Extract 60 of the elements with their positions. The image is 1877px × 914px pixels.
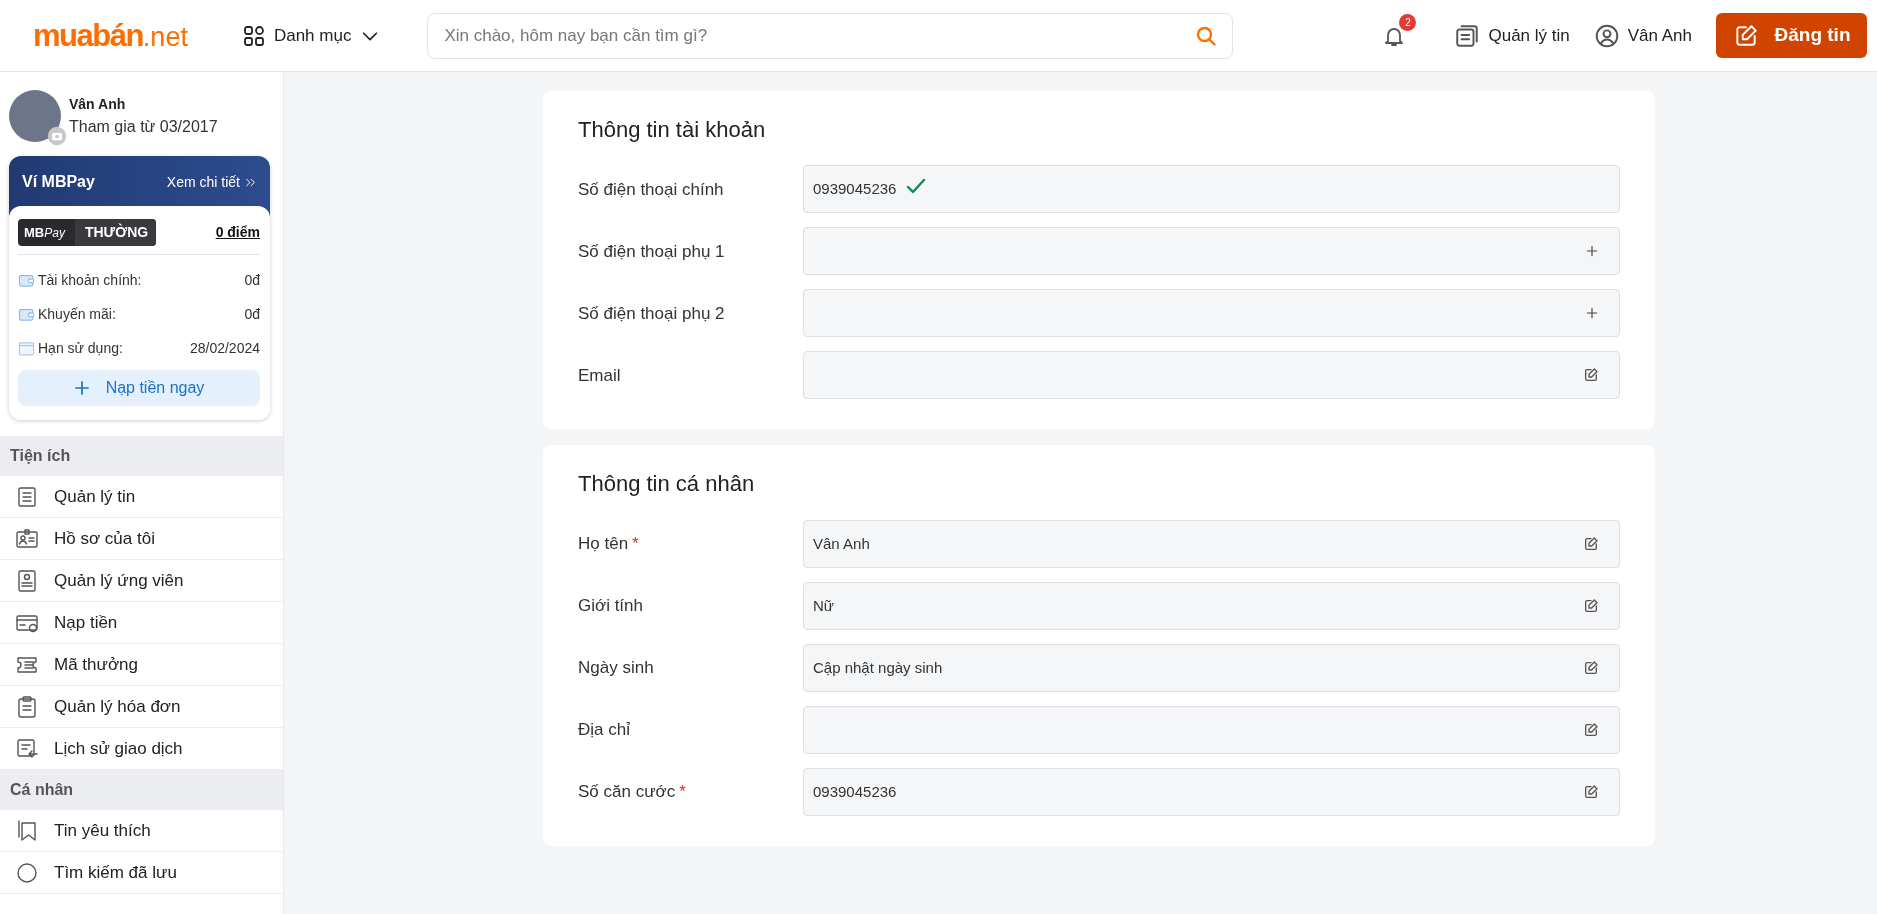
section-header: Cá nhân [0, 770, 283, 810]
search-field[interactable]: Xin chào, hôm nay bạn cần tìm gì? [442, 15, 1195, 56]
id-card-icon [14, 526, 40, 551]
avatar-photo [9, 90, 61, 142]
input-field[interactable] [803, 705, 1620, 754]
membership-tier-badge: MBPay THƯỜNG [18, 219, 157, 246]
plus-icon [73, 380, 90, 396]
category-menu[interactable]: Danh mục [235, 21, 388, 50]
input-field[interactable]: Vân Anh [803, 519, 1620, 568]
field-label: Họ tên * [578, 533, 640, 556]
site-logo: muabán.net [33, 20, 188, 51]
field-label: Email [578, 364, 622, 387]
input-field[interactable] [803, 351, 1620, 400]
manage-listings-link[interactable]: Quản lý tin [1454, 22, 1570, 49]
search-bar[interactable]: Xin chào, hôm nay bạn cần tìm gì? [427, 12, 1234, 59]
points-link[interactable]: 0 điểm [215, 222, 260, 243]
wallet-details-link[interactable]: Xem chi tiết [166, 171, 257, 193]
card-title: Thông tin cá nhân [578, 471, 756, 498]
edit-icon[interactable] [1583, 367, 1599, 384]
wallet-title: Ví MBPay [22, 172, 95, 192]
plus-icon[interactable] [1585, 306, 1599, 321]
field-label: Địa chỉ [578, 719, 631, 742]
camera-icon[interactable] [47, 126, 67, 146]
field-label: Ngày sinh [578, 657, 655, 680]
wallet-row-label: Hạn sử dụng: [38, 338, 123, 358]
field-label: Số điện thoại chính [578, 178, 725, 201]
top-up-button[interactable]: Nạp tiền ngay [18, 370, 260, 406]
circle-icon [14, 860, 40, 885]
field-label: Số điện thoại phụ 1 [578, 240, 726, 263]
edit-icon[interactable] [1583, 597, 1599, 614]
notification-badge: 2 [1399, 14, 1417, 32]
input-field[interactable] [803, 227, 1620, 276]
user-icon [1593, 22, 1620, 49]
join-date: Tham gia từ 03/2017 [69, 116, 218, 137]
user-menu[interactable]: Vân Anh [1593, 22, 1692, 49]
wallet-row-label: Tài khoản chính: [38, 270, 142, 290]
field-label: Giới tính [578, 595, 644, 618]
input-field[interactable]: Cập nhật ngày sinh [803, 643, 1620, 692]
edit-icon[interactable] [1583, 783, 1599, 800]
post-button[interactable]: Đăng tin [1716, 13, 1867, 58]
edit-icon[interactable] [1583, 721, 1599, 738]
edit-icon[interactable] [1583, 659, 1599, 676]
wallet-row-value: 28/02/2024 [189, 338, 260, 358]
input-field[interactable]: Nữ [803, 581, 1620, 630]
grid-icon [241, 23, 266, 48]
input-field[interactable]: 0939045236 [803, 165, 1620, 214]
calendar-icon [18, 339, 35, 357]
wallet-row-label: Khuyến mãi: [38, 304, 116, 324]
section-header: Tiện ích [0, 436, 283, 476]
field-label: Số căn cước * [578, 781, 687, 804]
field-label: Số điện thoại phụ 2 [578, 302, 726, 325]
plus-icon[interactable] [1585, 244, 1599, 259]
input-field[interactable] [803, 289, 1620, 338]
card-title: Thông tin tài khoản [578, 117, 767, 144]
input-field[interactable]: 0939045236 [803, 767, 1620, 816]
wallet-row-value: 0đ [244, 304, 260, 324]
profile-name: Vân Anh [69, 94, 127, 114]
edit-icon[interactable] [1583, 535, 1599, 552]
listings-icon [1454, 22, 1481, 49]
wallet-row-value: 0đ [244, 270, 260, 290]
